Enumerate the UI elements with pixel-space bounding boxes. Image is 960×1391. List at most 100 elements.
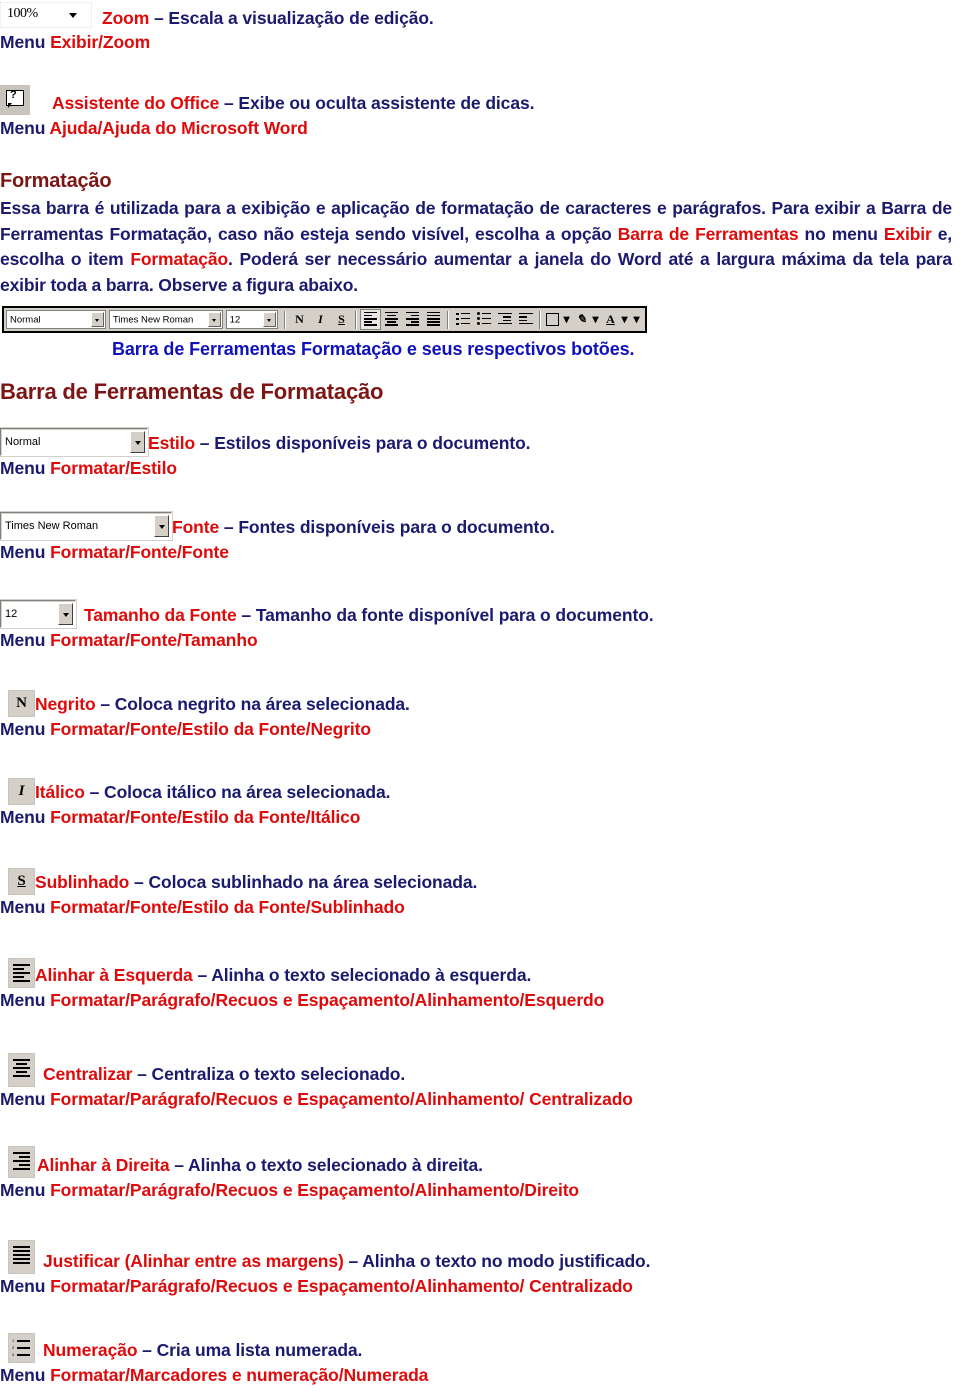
- estilo-term: Estilo: [148, 433, 196, 453]
- fonte-term: Fonte: [172, 517, 220, 537]
- italico-term: Itálico: [35, 782, 85, 802]
- negrito-dash: –: [95, 694, 115, 714]
- toolbar-numbering-button[interactable]: [452, 309, 473, 330]
- toolbar-bold-button[interactable]: N: [289, 309, 310, 330]
- zoom-dash: –: [149, 8, 169, 28]
- entry-numeracao: 1 2 3 Numeração – Cria uma lista numerad…: [0, 1333, 428, 1388]
- bold-icon: N: [295, 312, 304, 326]
- sublinhado-button[interactable]: S: [8, 868, 35, 895]
- centralizar-menu-prefix: Menu: [0, 1089, 51, 1109]
- alinhar-esquerda-description: Alinha o texto selecionado à esquerda.: [211, 965, 532, 985]
- toolbar-borders-dropdown[interactable]: ▾: [562, 309, 571, 330]
- formatting-toolbar-figure: Normal Times New Roman 12 N I S ▾ ✎ ▾ A …: [2, 306, 647, 360]
- align-left-icon: [13, 964, 30, 982]
- toolbar-increase-indent-button[interactable]: [515, 309, 536, 330]
- toolbar-highlight-button[interactable]: ✎: [573, 309, 590, 330]
- toolbar-font-color-button[interactable]: A: [602, 309, 619, 330]
- alinhar-direita-button[interactable]: [8, 1146, 35, 1178]
- toolbar-align-right-button[interactable]: [402, 309, 423, 330]
- align-center-icon: [385, 311, 398, 328]
- entry-assistente-office: Assistente do Office – Exibe ou oculta a…: [0, 85, 534, 141]
- toolbar-separator: [539, 310, 541, 329]
- toolbar-separator: [355, 310, 357, 329]
- toolbar-align-left-button[interactable]: [360, 309, 381, 330]
- negrito-menu-prefix: Menu: [0, 719, 51, 739]
- toolbar-highlight-dropdown[interactable]: ▾: [591, 309, 600, 330]
- office-assistant-icon[interactable]: [0, 85, 30, 115]
- chevron-down-icon[interactable]: [263, 312, 276, 327]
- alinhar-esquerda-menu-path: Formatar/Parágrafo/Recuos e Espaçamento/…: [50, 990, 605, 1010]
- chevron-down-icon[interactable]: [207, 312, 221, 327]
- estilo-value: Normal: [5, 436, 41, 448]
- align-right-icon: [406, 311, 419, 328]
- section-formatacao: Formatação Essa barra é utilizada para a…: [0, 168, 955, 298]
- toolbar-overflow-button[interactable]: ▾: [632, 309, 641, 330]
- justificar-button[interactable]: [8, 1240, 35, 1274]
- sublinhado-menu-path: Formatar/Fonte/Estilo da Fonte/Sublinhad…: [50, 897, 405, 917]
- toolbar-size-combo[interactable]: 12: [225, 310, 278, 329]
- italico-button[interactable]: I: [8, 778, 35, 805]
- italico-menu-path: Formatar/Fonte/Estilo da Fonte/Itálico: [50, 807, 361, 827]
- entry-justificar: Justificar (Alinhar entre as margens) – …: [0, 1240, 651, 1299]
- toolbar-decrease-indent-button[interactable]: [494, 309, 515, 330]
- assistant-dash: –: [219, 93, 239, 113]
- alinhar-esquerda-button[interactable]: [8, 958, 35, 988]
- document-page: 100% Zoom – Escala a visualização de edi…: [0, 0, 960, 1391]
- toolbar-underline-button[interactable]: S: [331, 309, 352, 330]
- entry-estilo: Normal Estilo – Estilos disponíveis para…: [0, 427, 531, 481]
- italic-icon: I: [18, 783, 25, 799]
- toolbar-bullets-button[interactable]: [473, 309, 494, 330]
- numeracao-description: Cria uma lista numerada.: [156, 1340, 363, 1360]
- toolbar-font-combo[interactable]: Times New Roman: [108, 310, 223, 329]
- centralizar-button[interactable]: [8, 1053, 35, 1087]
- font-color-icon: A: [606, 312, 615, 326]
- numeracao-button[interactable]: 1 2 3: [8, 1333, 35, 1363]
- italico-dash: –: [84, 782, 105, 802]
- justificar-menu-prefix: Menu: [0, 1276, 51, 1296]
- chevron-down-icon[interactable]: [90, 312, 104, 327]
- tamanho-dash: –: [236, 605, 256, 625]
- highlight-pen-icon: ✎: [576, 312, 587, 326]
- bubble-tail-icon: [8, 103, 12, 108]
- fonte-menu-prefix: Menu: [0, 542, 51, 562]
- fonte-combo[interactable]: Times New Roman: [0, 511, 173, 541]
- fonte-dash: –: [219, 517, 239, 537]
- chevron-down-icon[interactable]: [154, 515, 169, 537]
- fonte-description: Fontes disponíveis para o documento.: [238, 517, 555, 537]
- chevron-down-icon[interactable]: [58, 603, 73, 625]
- justificar-dash: –: [343, 1251, 363, 1271]
- borders-icon: [546, 313, 559, 326]
- centralizar-description: Centraliza o texto selecionado.: [151, 1064, 406, 1084]
- chevron-down-icon[interactable]: [130, 431, 145, 453]
- fonte-value: Times New Roman: [5, 520, 99, 532]
- decrease-indent-icon: [497, 312, 512, 327]
- toolbar-font-color-dropdown[interactable]: ▾: [620, 309, 629, 330]
- chevron-down-icon[interactable]: [69, 13, 77, 18]
- entry-alinhar-a-direita: Alinhar à Direita – Alinha o texto selec…: [0, 1146, 579, 1203]
- centralizar-term: Centralizar: [43, 1064, 133, 1084]
- estilo-combo[interactable]: Normal: [0, 427, 149, 457]
- negrito-button[interactable]: N: [8, 690, 35, 717]
- para-hl-exibir: Exibir: [883, 223, 932, 244]
- toolbar-justify-button[interactable]: [423, 309, 444, 330]
- alinhar-direita-description: Alinha o texto selecionado à direita.: [188, 1155, 483, 1175]
- centralizar-menu-path: Formatar/Parágrafo/Recuos e Espaçamento/…: [50, 1089, 633, 1109]
- toolbar-borders-button[interactable]: [544, 309, 561, 330]
- zoom-percent-combo[interactable]: 100%: [0, 2, 92, 28]
- toolbar-italic-button[interactable]: I: [310, 309, 331, 330]
- toolbar-style-combo[interactable]: Normal: [6, 310, 106, 329]
- sublinhado-dash: –: [129, 872, 149, 892]
- toolbar-align-center-button[interactable]: [381, 309, 402, 330]
- negrito-term: Negrito: [35, 694, 96, 714]
- tamanho-combo[interactable]: 12: [0, 599, 77, 629]
- italic-icon: I: [318, 312, 323, 326]
- italico-menu-prefix: Menu: [0, 807, 51, 827]
- toolbar-style-value: Normal: [10, 314, 41, 325]
- formatting-toolbar[interactable]: Normal Times New Roman 12 N I S ▾ ✎ ▾ A …: [2, 306, 647, 333]
- italico-description: Coloca itálico na área selecionada.: [104, 782, 391, 802]
- fonte-menu-path: Formatar/Fonte/Fonte: [50, 542, 229, 562]
- justificar-menu-path: Formatar/Parágrafo/Recuos e Espaçamento/…: [50, 1276, 633, 1296]
- para-seg-2: no menu: [798, 223, 884, 244]
- zoom-percent-value: 100%: [7, 6, 38, 21]
- assistant-description: Exibe ou oculta assistente de dicas.: [238, 93, 535, 113]
